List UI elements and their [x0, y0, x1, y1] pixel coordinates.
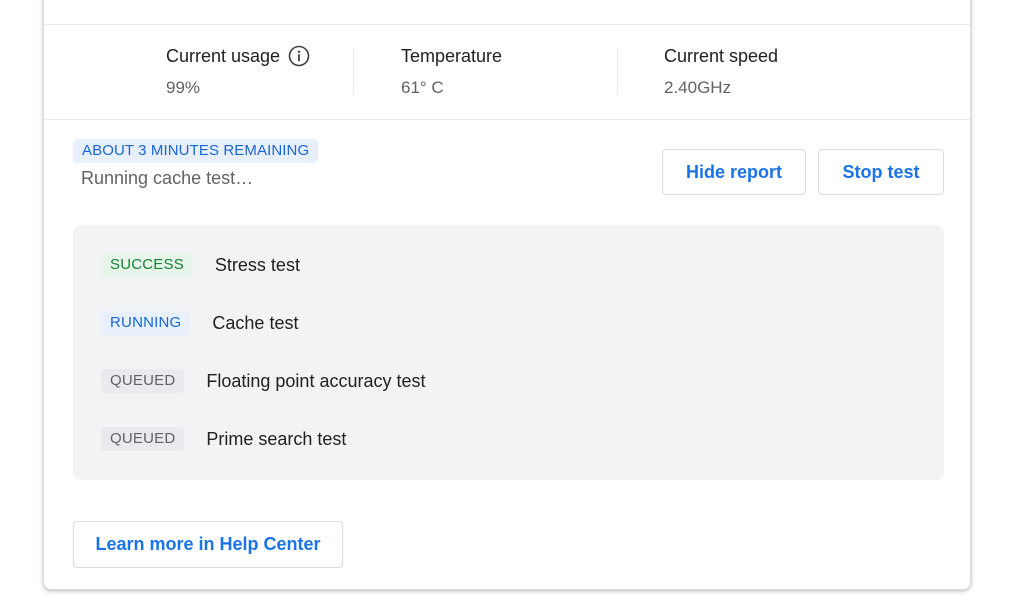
- status-badge-queued: QUEUED: [101, 427, 185, 451]
- test-name: Cache test: [212, 312, 299, 333]
- time-remaining-badge: ABOUT 3 MINUTES REMAINING: [73, 139, 319, 163]
- stat-value-current-usage: 99%: [166, 78, 201, 97]
- stat-separator: [617, 48, 618, 94]
- stat-label-temperature: Temperature: [401, 45, 503, 66]
- stat-label-current-speed: Current speed: [664, 45, 779, 66]
- test-row: RUNNING Cache test: [101, 310, 298, 336]
- stat-current-speed: Current speed 2.40GHz: [664, 43, 778, 98]
- status-badge-running: RUNNING: [101, 311, 191, 335]
- stats-divider: [44, 119, 970, 120]
- stat-temperature: Temperature 61° C: [401, 43, 502, 98]
- test-row: SUCCESS Stress test: [101, 252, 300, 278]
- stat-value-current-speed: 2.40GHz: [664, 78, 732, 97]
- stat-label-current-usage: Current usage: [166, 45, 281, 66]
- learn-more-help-center-button[interactable]: Learn more in Help Center: [73, 521, 343, 568]
- test-row: QUEUED Prime search test: [101, 426, 346, 452]
- test-row: QUEUED Floating point accuracy test: [101, 368, 426, 394]
- info-icon[interactable]: [288, 45, 310, 67]
- status-badge-success: SUCCESS: [101, 253, 193, 277]
- stat-current-usage: Current usage 99%: [166, 43, 310, 98]
- status-badge-queued: QUEUED: [101, 369, 185, 393]
- test-name: Stress test: [214, 254, 300, 275]
- test-list-panel: SUCCESS Stress test RUNNING Cache test Q…: [73, 225, 944, 480]
- test-name: Prime search test: [206, 428, 347, 449]
- stat-separator: [353, 48, 354, 94]
- test-name: Floating point accuracy test: [206, 370, 426, 391]
- diagnostics-card: Current usage 99% Temperature 61° C Curr…: [43, 0, 971, 590]
- running-status-text: Running cache test…: [81, 168, 254, 188]
- hide-report-button[interactable]: Hide report: [662, 149, 806, 195]
- top-divider: [44, 24, 970, 25]
- stat-value-temperature: 61° C: [401, 78, 444, 97]
- stop-test-button[interactable]: Stop test: [818, 149, 944, 195]
